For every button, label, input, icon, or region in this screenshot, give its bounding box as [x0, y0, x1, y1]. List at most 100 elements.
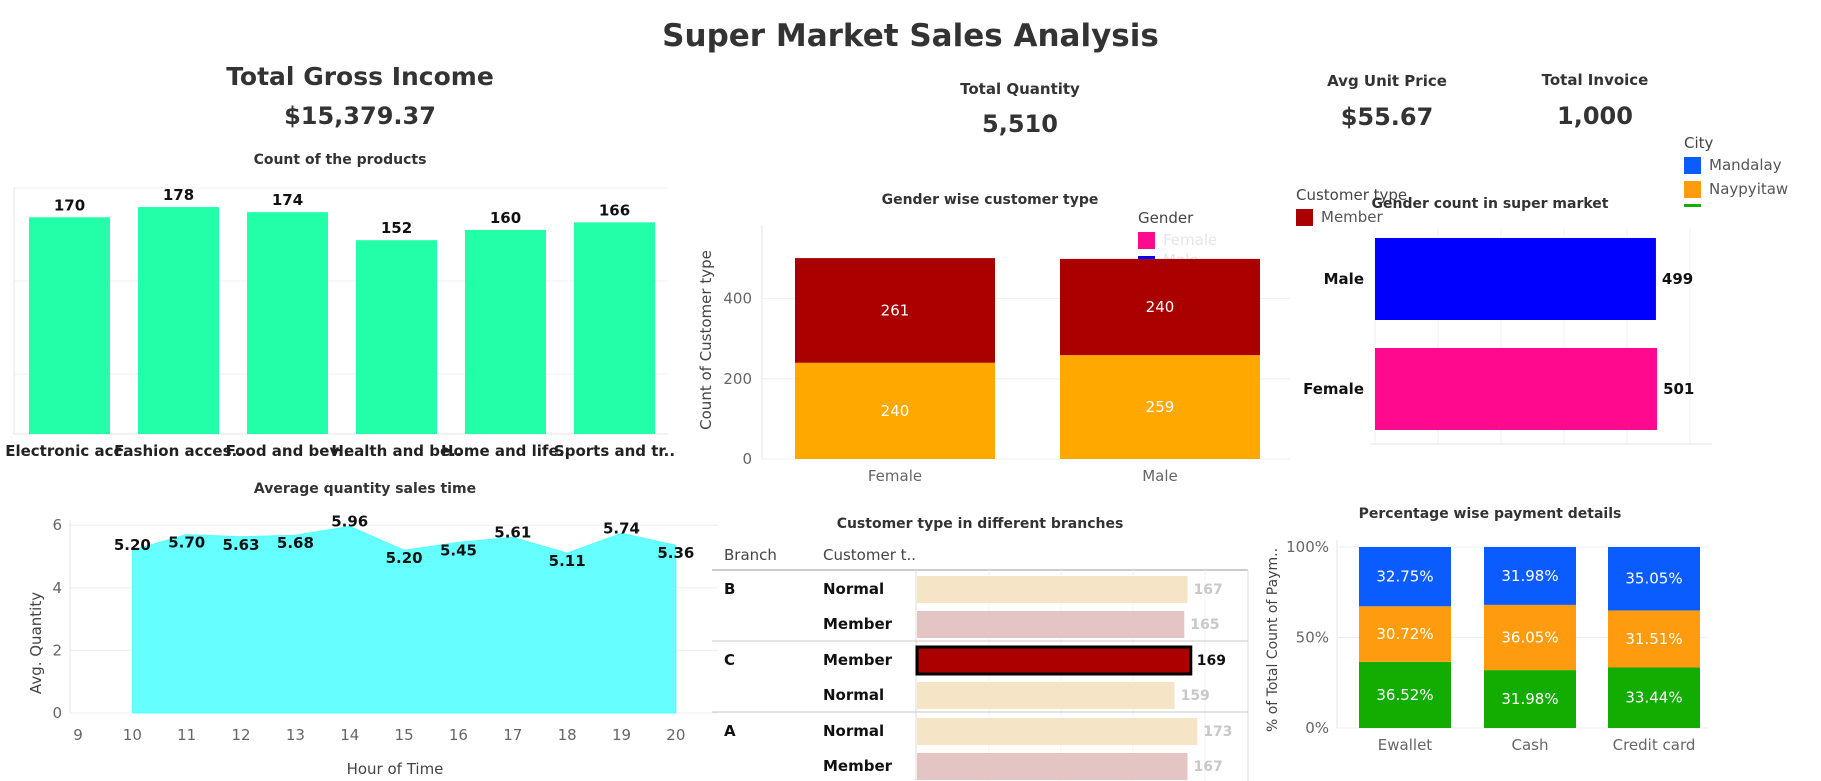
branch-bar: [917, 718, 1198, 745]
category-label: Ewallet: [1378, 736, 1433, 754]
category-label: Sports and tr..: [554, 442, 675, 460]
branch-label: B: [724, 580, 735, 598]
y-tick-label: 400: [723, 290, 752, 308]
branch-label: A: [724, 722, 736, 740]
data-label: 5.68: [277, 534, 314, 552]
product-bar: [138, 207, 219, 434]
customer-type-label: Member: [823, 757, 893, 775]
x-tick-label: 16: [449, 726, 468, 744]
branch-bar: [917, 753, 1188, 780]
products-chart-title: Count of the products: [253, 152, 427, 168]
category-label: Male: [1324, 270, 1364, 288]
y-tick-label: 100%: [1286, 538, 1329, 556]
total-invoice-value: 1,000: [1557, 102, 1633, 130]
gender-bar: [1375, 348, 1658, 430]
y-tick-label: 50%: [1296, 629, 1329, 647]
segment-label: 240: [1146, 298, 1175, 316]
total-gross-income-label: Total Gross Income: [226, 62, 494, 91]
branch-bar: [917, 682, 1175, 709]
bar-value-label: 167: [1194, 759, 1223, 775]
column-header: Customer t..: [823, 546, 916, 564]
total-quantity-value: 5,510: [982, 110, 1058, 138]
branch-label: C: [724, 651, 735, 669]
x-tick-label: 18: [558, 726, 577, 744]
bar-value-label: 178: [163, 186, 194, 204]
data-label: 5.20: [114, 536, 151, 554]
x-tick-label: 15: [395, 726, 414, 744]
branches-bar-chart: Branch Customer t.. B Normal 167 Member 165 C Me…: [712, 546, 1249, 781]
city-legend-item-mandalay[interactable]: Mandalay: [1684, 156, 1814, 174]
branch-bar: [917, 611, 1185, 638]
bar-value-label: 174: [272, 191, 303, 209]
dashboard-title: Super Market Sales Analysis: [662, 18, 1159, 54]
branch-bar: [917, 576, 1188, 603]
city-legend-item-naypyitaw[interactable]: Naypyitaw: [1684, 180, 1814, 198]
x-axis-title: Hour of Time: [347, 760, 444, 778]
y-tick-label: 0%: [1305, 719, 1329, 737]
y-tick-label: 2: [52, 641, 62, 659]
segment-label: 240: [881, 402, 910, 420]
category-label: Male: [1142, 467, 1178, 485]
segment-label: 35.05%: [1625, 570, 1682, 588]
customer-type-label: Normal: [823, 686, 884, 704]
product-bar: [465, 230, 546, 434]
data-label: 5.11: [549, 552, 586, 570]
gender-customer-chart-title: Gender wise customer type: [881, 192, 1099, 208]
segment-label: 30.72%: [1376, 625, 1433, 643]
gender-count-chart-title: Gender count in super market: [1371, 196, 1609, 212]
city-legend-title: City: [1684, 134, 1714, 152]
product-bar: [356, 240, 437, 434]
category-label: Home and life..: [441, 442, 570, 460]
data-label: 5.45: [440, 541, 477, 559]
customer-type-label: Member: [823, 615, 893, 633]
city-legend-label: Naypyitaw: [1709, 180, 1789, 198]
customer-type-label: Normal: [823, 580, 884, 598]
customer-type-label: Normal: [823, 722, 884, 740]
x-tick-label: 11: [177, 726, 196, 744]
city-legend-label: Mandalay: [1709, 156, 1782, 174]
segment-label: 261: [881, 301, 910, 319]
gender-customer-stacked-chart: 0 200 400 240 261 Female 259 240 Male Count of Cu…: [697, 225, 1290, 485]
category-label: Female: [868, 467, 922, 485]
data-label: 5.63: [223, 536, 260, 554]
y-tick-label: 4: [52, 579, 62, 597]
data-label: 5.61: [494, 523, 531, 541]
data-label: 5.20: [386, 549, 423, 567]
bar-value-label: 152: [381, 219, 412, 237]
branches-chart-title: Customer type in different branches: [836, 516, 1124, 532]
category-label: Cash: [1512, 736, 1549, 754]
x-tick-label: 19: [612, 726, 631, 744]
segment-label: 31.51%: [1625, 630, 1682, 648]
y-axis-title: Count of Customer type: [697, 250, 715, 430]
gender-bar: [1375, 238, 1656, 320]
category-label: Credit card: [1613, 736, 1696, 754]
x-tick-label: 10: [123, 726, 142, 744]
products-bar-chart: 170Electronic acc..178Fashion acces..174…: [5, 186, 675, 460]
y-axis-title: Avg. Quantity: [27, 592, 45, 694]
bar-value-label: 159: [1181, 688, 1210, 704]
product-bar: [574, 222, 655, 434]
segment-label: 32.75%: [1376, 568, 1433, 586]
y-tick-label: 200: [723, 370, 752, 388]
total-gross-income-value: $15,379.37: [284, 102, 436, 130]
customer-type-label: Member: [823, 651, 893, 669]
city-legend: City Mandalay Naypyitaw: [1684, 134, 1814, 207]
segment-label: 33.44%: [1625, 689, 1682, 707]
bar-value-label: 166: [599, 201, 630, 219]
total-invoice-label: Total Invoice: [1541, 71, 1649, 89]
product-bar: [247, 212, 328, 434]
x-tick-label: 14: [340, 726, 359, 744]
bar-value-label: 160: [490, 209, 521, 227]
bar-value-label: 501: [1663, 380, 1694, 398]
quantity-time-chart-title: Average quantity sales time: [253, 481, 477, 497]
data-label: 5.36: [657, 544, 694, 562]
segment-label: 36.52%: [1376, 686, 1433, 704]
x-tick-label: 13: [286, 726, 305, 744]
x-tick-label: 12: [232, 726, 251, 744]
x-tick-label: 17: [503, 726, 522, 744]
quantity-time-area-chart: 024691011121314151617181920215.205.705.6…: [27, 512, 718, 778]
data-label: 5.96: [331, 512, 368, 530]
column-header: Branch: [724, 546, 777, 564]
data-label: 5.70: [168, 534, 205, 552]
gender-count-bar-chart: Male 499 Female 501: [1303, 228, 1712, 445]
